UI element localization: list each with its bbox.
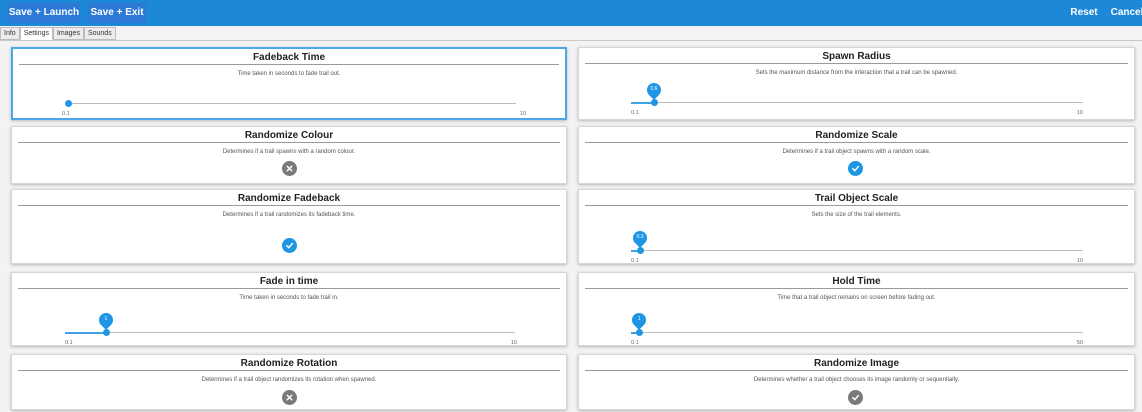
card-description: Determines whether a trail object choose…	[753, 377, 960, 383]
save-exit-button[interactable]: Save + Exit	[88, 3, 146, 23]
save-launch-button[interactable]: Save + Launch	[8, 3, 80, 23]
randomize-fadeback-toggle[interactable]	[282, 238, 297, 253]
card-description: Time taken in seconds to fade trail out.	[237, 71, 341, 77]
card-description: Determines if a trail randomizes its fad…	[222, 212, 356, 218]
tab-sounds[interactable]: Sounds	[83, 27, 116, 40]
fade-in-time-card: Fade in time Time taken in seconds to fa…	[11, 272, 567, 346]
check-icon	[852, 165, 860, 172]
slider-min-label: 0.1	[631, 258, 639, 264]
card-title: Trail Object Scale	[814, 193, 899, 204]
randomize-rotation-toggle[interactable]	[282, 390, 297, 405]
value-bubble-label: 1	[104, 316, 108, 322]
slider-thumb[interactable]	[636, 329, 644, 336]
randomize-colour-card: Randomize Colour Determines if a trail s…	[11, 126, 567, 184]
tab-info[interactable]: Info	[0, 27, 20, 40]
divider	[19, 64, 559, 65]
randomize-fadeback-card: Randomize Fadeback Determines if a trail…	[11, 189, 567, 264]
tab-bar: Info Settings Images Sounds	[0, 27, 116, 40]
card-description: Determines if a trail object spawns with…	[782, 149, 931, 155]
trail-object-scale-slider[interactable]: 0.3 0.1 10	[630, 228, 1083, 264]
divider	[585, 288, 1128, 289]
slider-max-label: 10	[510, 340, 517, 346]
fadeback-time-slider[interactable]: 0.1 10	[62, 86, 526, 117]
card-title: Randomize Image	[813, 358, 900, 369]
divider	[18, 205, 560, 206]
card-description: Determines if a trail spawns with a rand…	[222, 149, 356, 155]
divider	[585, 370, 1128, 371]
card-title: Hold Time	[832, 276, 881, 287]
slider-track	[631, 102, 1083, 103]
slider-track	[65, 332, 515, 333]
value-bubble-label: 0.3	[636, 234, 644, 240]
randomize-image-toggle[interactable]	[848, 390, 863, 405]
card-description: Sets the size of the trail elements.	[811, 212, 902, 218]
card-title: Randomize Colour	[244, 130, 334, 141]
divider	[18, 288, 560, 289]
card-title: Randomize Rotation	[240, 358, 338, 369]
divider	[585, 63, 1128, 64]
card-title: Randomize Scale	[815, 130, 898, 141]
slider-max-label: 50	[1076, 340, 1083, 346]
divider	[585, 142, 1128, 143]
divider	[18, 142, 560, 143]
randomize-rotation-card: Randomize Rotation Determines if a trail…	[11, 354, 567, 410]
close-icon	[286, 394, 293, 401]
spawn-radius-card: Spawn Radius Sets the maximum distance f…	[578, 47, 1135, 120]
card-title: Fade in time	[259, 276, 319, 287]
card-description: Time taken in seconds to fade trail in.	[239, 295, 339, 301]
divider	[18, 370, 560, 371]
check-icon	[852, 394, 860, 401]
slider-max-label: 10	[1076, 110, 1083, 116]
check-icon	[286, 242, 294, 249]
card-title: Spawn Radius	[822, 51, 891, 62]
hold-time-slider[interactable]: 1 0.1 50	[629, 310, 1083, 346]
randomize-scale-toggle[interactable]	[848, 161, 863, 176]
hold-time-card: Hold Time Time that a trail object remai…	[578, 272, 1135, 346]
card-title: Fadeback Time	[252, 52, 326, 63]
card-description: Sets the maximum distance from the inter…	[755, 70, 958, 76]
slider-fill	[65, 332, 106, 334]
fadeback-time-card: Fadeback Time Time taken in seconds to f…	[11, 47, 567, 120]
top-toolbar: Save + Launch Save + Exit Reset Cancel	[0, 0, 1142, 26]
card-title: Randomize Fadeback	[237, 193, 341, 204]
slider-track	[631, 250, 1083, 251]
randomize-colour-toggle[interactable]	[282, 161, 297, 176]
slider-min-label: 0.1	[65, 340, 73, 346]
close-icon	[286, 165, 293, 172]
slider-thumb[interactable]	[650, 99, 658, 106]
slider-thumb[interactable]	[65, 100, 72, 107]
slider-min-label: 0.1	[631, 110, 639, 116]
slider-thumb[interactable]	[637, 247, 645, 254]
fade-in-time-slider[interactable]: 1 0.1 10	[65, 310, 517, 346]
slider-max-label: 10	[519, 111, 526, 117]
trail-object-scale-card: Trail Object Scale Sets the size of the …	[578, 189, 1135, 264]
spawn-radius-slider[interactable]: 0.6 0.1 10	[631, 80, 1083, 116]
reset-button[interactable]: Reset	[1066, 3, 1102, 23]
card-description: Time that a trail object remains on scre…	[777, 295, 936, 301]
slider-max-label: 10	[1076, 258, 1083, 264]
slider-min-label: 0.1	[62, 111, 70, 117]
tab-images[interactable]: Images	[52, 27, 84, 40]
randomize-scale-card: Randomize Scale Determines if a trail ob…	[578, 126, 1135, 184]
value-bubble-label: 0.6	[650, 86, 658, 92]
card-description: Determines if a trail object randomizes …	[201, 377, 377, 383]
value-bubble-label: 1	[637, 316, 641, 322]
slider-thumb[interactable]	[102, 329, 110, 336]
slider-min-label: 0.1	[631, 340, 639, 346]
slider-track	[66, 103, 516, 104]
randomize-image-card: Randomize Image Determines whether a tra…	[578, 354, 1135, 410]
tab-settings[interactable]: Settings	[19, 27, 53, 40]
slider-track	[631, 332, 1083, 333]
cancel-button[interactable]: Cancel	[1110, 3, 1142, 23]
settings-panel: Fadeback Time Time taken in seconds to f…	[0, 40, 1142, 412]
divider	[585, 205, 1128, 206]
